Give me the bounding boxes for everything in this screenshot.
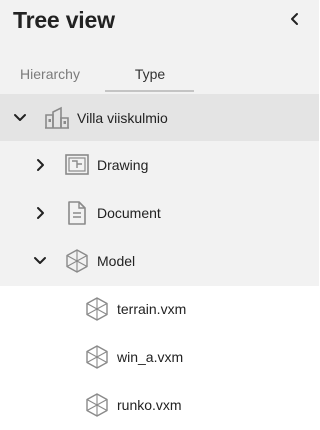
- chevron-right-icon[interactable]: [34, 158, 48, 172]
- tree-item-label: Villa viiskulmio: [77, 110, 168, 126]
- chevron-left-icon: [289, 12, 301, 31]
- tree-item-win-a-vxm[interactable]: win_a.vxm: [0, 333, 319, 381]
- building-icon: [44, 106, 70, 130]
- chevron-down-icon[interactable]: [13, 111, 27, 125]
- tree-item-label: Document: [97, 205, 161, 221]
- tree-item-document[interactable]: Document: [0, 189, 319, 237]
- drawing-icon: [65, 154, 89, 176]
- document-icon: [67, 200, 87, 226]
- tree-item-label: runko.vxm: [117, 397, 182, 413]
- collapse-panel-button[interactable]: [284, 10, 306, 32]
- panel-title: Tree view: [13, 7, 115, 33]
- tree-item-runko-vxm[interactable]: runko.vxm: [0, 381, 319, 429]
- chevron-down-icon[interactable]: [33, 254, 47, 268]
- tab-type[interactable]: Type: [105, 56, 195, 92]
- view-tabs: Hierarchy Type: [0, 56, 319, 94]
- cube-icon: [65, 249, 89, 273]
- cube-icon: [85, 297, 109, 321]
- tab-hierarchy[interactable]: Hierarchy: [0, 56, 100, 92]
- tree-item-label: win_a.vxm: [117, 349, 184, 365]
- active-tab-indicator: [105, 90, 194, 92]
- cube-icon: [85, 345, 109, 369]
- tree-item-terrain-vxm[interactable]: terrain.vxm: [0, 285, 319, 333]
- cube-icon: [85, 393, 109, 417]
- tree-item-model[interactable]: Model: [0, 237, 319, 285]
- panel-header: Tree view: [0, 0, 319, 44]
- tree-item-villa-viiskulmio[interactable]: Villa viiskulmio: [0, 94, 319, 142]
- chevron-right-icon[interactable]: [34, 206, 48, 220]
- tree-item-drawing[interactable]: Drawing: [0, 141, 319, 189]
- tree-item-label: terrain.vxm: [117, 301, 187, 317]
- tree-item-label: Model: [97, 253, 136, 269]
- tree-item-label: Drawing: [97, 157, 149, 173]
